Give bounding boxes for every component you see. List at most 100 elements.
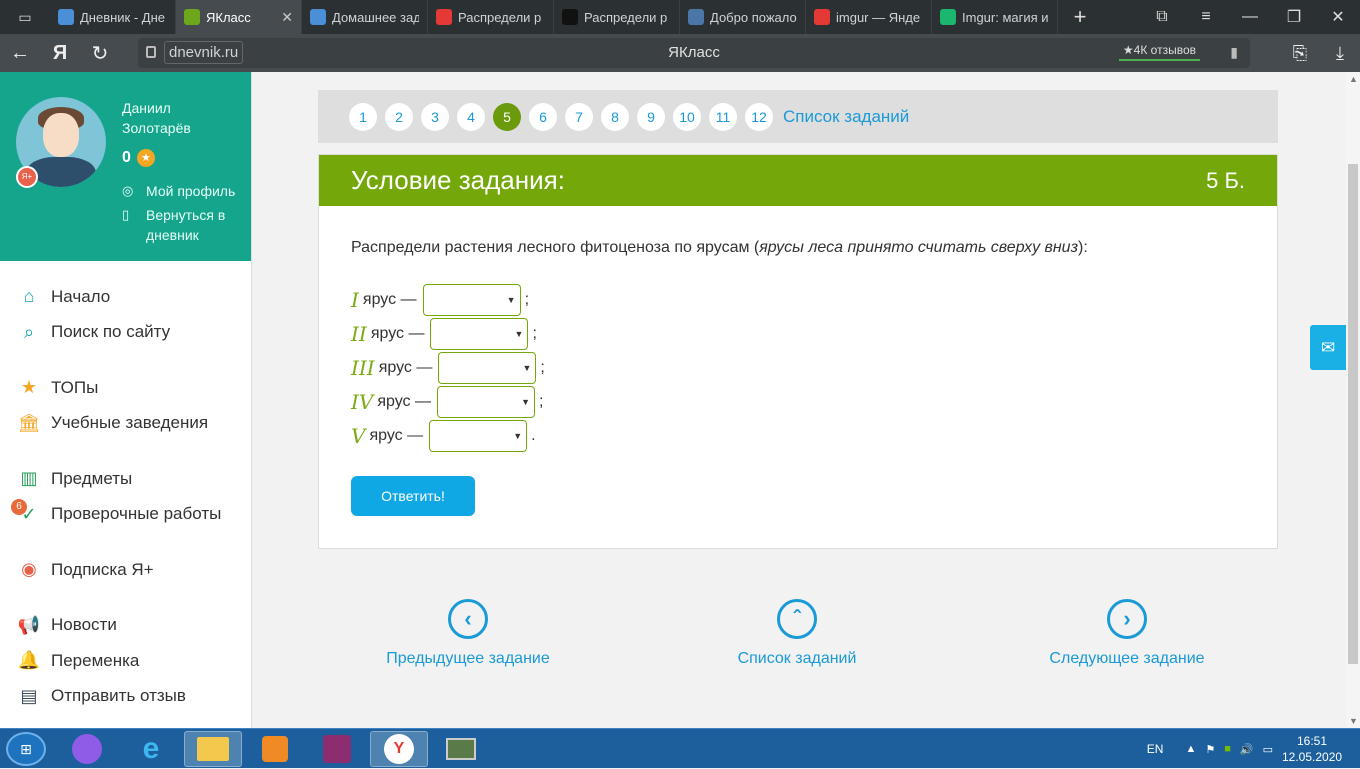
tab-title[interactable]: Добро пожало [710, 10, 797, 25]
tier-select[interactable]: ▼ [430, 318, 529, 350]
scroll-up-icon[interactable]: ▲ [1349, 74, 1358, 84]
sidebar-item-label[interactable]: Учебные заведения [51, 413, 208, 433]
taskbar-winrar[interactable] [308, 731, 366, 767]
bookmark-icon[interactable]: ▮ [1230, 44, 1238, 61]
collections-icon[interactable]: ⧉ [1140, 0, 1184, 34]
taskbar-task-manager[interactable] [432, 731, 490, 767]
sidebar-toggle-icon[interactable]: ▭ [0, 0, 50, 34]
browser-tab[interactable]: Дневник - Дне [50, 0, 176, 34]
sidebar-item-home[interactable]: ⌂ Начало [0, 279, 251, 315]
tab-title[interactable]: Распредели р [458, 10, 545, 25]
back-to-diary-link[interactable]: ▯ Вернуться в дневник [122, 205, 225, 245]
dropdown-arrow-icon[interactable]: ▼ [521, 397, 530, 407]
sidebar-item-label[interactable]: Предметы [51, 469, 132, 489]
task-list-link[interactable]: Список заданий [783, 107, 909, 127]
sidebar-item-subscription[interactable]: ◉ Подписка Я+ [0, 552, 251, 588]
reviews-badge[interactable]: ★4К отзывов [1118, 41, 1200, 61]
task-list-nav-link[interactable]: ˆ Список заданий [729, 599, 865, 668]
back-icon[interactable]: ← [0, 42, 40, 65]
dropdown-arrow-icon[interactable]: ▼ [513, 431, 522, 441]
network-flag-icon[interactable]: ⚑ [1205, 743, 1215, 756]
tier-select[interactable]: ▼ [438, 352, 537, 384]
tab-title[interactable]: ЯКласс [206, 10, 275, 25]
close-tab-icon[interactable]: ✕ [281, 9, 293, 26]
volume-icon[interactable]: 🔊 [1240, 743, 1254, 756]
page-number-button[interactable]: 11 [709, 102, 737, 131]
clock[interactable]: 16:51 12.05.2020 [1282, 733, 1342, 765]
browser-tab[interactable]: Imgur: магия и [932, 0, 1058, 34]
tab-title[interactable]: Imgur: магия и [962, 10, 1049, 25]
dropdown-arrow-icon[interactable]: ▼ [515, 329, 524, 339]
page-number-button[interactable]: 10 [673, 102, 701, 131]
sidebar-item-tests[interactable]: 6 ✓ Проверочные работы [0, 497, 251, 533]
user-first-name[interactable]: Даниил [122, 98, 191, 118]
taskbar-yandex-browser[interactable]: Y [370, 731, 428, 767]
page-number-button[interactable]: 3 [421, 102, 449, 131]
my-profile-link[interactable]: ◎ Мой профиль [122, 181, 235, 201]
sidebar-item-news[interactable]: 📢 Новости [0, 608, 251, 644]
page-number-button[interactable]: 5 [493, 102, 521, 131]
power-icon[interactable]: ▭ [1263, 743, 1273, 756]
menu-icon[interactable]: ≡ [1184, 0, 1228, 34]
restore-button[interactable]: ❐ [1272, 0, 1316, 34]
tab-title[interactable]: Дневник - Дне [80, 10, 167, 25]
prev-task-label[interactable]: Предыдущее задание [386, 650, 549, 667]
taskbar-alice[interactable] [58, 731, 116, 767]
user-last-name[interactable]: Золотарёв [122, 118, 191, 138]
sidebar-item-label[interactable]: ТОПы [51, 378, 98, 398]
tab-title[interactable]: Домашнее зад [332, 10, 419, 25]
mail-feedback-button[interactable]: ✉ [1310, 325, 1346, 370]
sidebar-item-break[interactable]: 🔔 Переменка [0, 643, 251, 679]
download-icon[interactable]: ⤓ [1320, 34, 1360, 72]
reload-icon[interactable]: ↻ [80, 41, 120, 66]
sidebar-item-search[interactable]: ⌕ Поиск по сайту [0, 315, 251, 351]
tier-select[interactable]: ▼ [422, 284, 521, 316]
chevron-up-icon[interactable]: ˆ [777, 599, 817, 639]
new-tab-button[interactable]: + [1058, 4, 1102, 30]
clock-date[interactable]: 12.05.2020 [1282, 749, 1342, 765]
close-window-button[interactable]: ✕ [1316, 0, 1360, 34]
tray-expand-icon[interactable]: ▲ [1185, 743, 1196, 755]
tier-select[interactable]: ▼ [429, 420, 528, 452]
taskbar-ie[interactable]: e [122, 731, 180, 767]
my-profile-label[interactable]: Мой профиль [146, 181, 235, 201]
sidebar-item-label[interactable]: Отправить отзыв [51, 686, 186, 706]
page-number-button[interactable]: 6 [529, 102, 557, 131]
page-number-button[interactable]: 9 [637, 102, 665, 131]
browser-tab[interactable]: Домашнее зад [302, 0, 428, 34]
back-to-diary-label-2[interactable]: дневник [146, 225, 225, 245]
yandex-home-icon[interactable]: Я [40, 42, 80, 65]
minimize-button[interactable]: — [1228, 0, 1272, 34]
sidebar-item-label[interactable]: Проверочные работы [51, 504, 221, 524]
dropdown-arrow-icon[interactable]: ▼ [522, 363, 531, 373]
sidebar-item-schools[interactable]: 🏛 Учебные заведения [0, 406, 251, 442]
next-task-label[interactable]: Следующее задание [1049, 650, 1204, 667]
translate-icon[interactable]: ⎘ [1280, 34, 1320, 72]
chevron-left-icon[interactable]: ‹ [448, 599, 488, 639]
sidebar-item-label[interactable]: Начало [51, 287, 110, 307]
sidebar-item-feedback[interactable]: ▤ Отправить отзыв [0, 679, 251, 715]
tab-title[interactable]: imgur — Янде [836, 10, 923, 25]
language-indicator[interactable]: EN [1147, 742, 1164, 756]
page-scrollbar[interactable]: ▲ ▼ [1346, 72, 1360, 728]
page-number-button[interactable]: 1 [349, 102, 377, 131]
taskbar-media[interactable] [246, 731, 304, 767]
sidebar-item-subjects[interactable]: ▥ Предметы [0, 461, 251, 497]
task-list-label[interactable]: Список заданий [738, 650, 857, 667]
scrollbar-thumb[interactable] [1348, 164, 1358, 664]
scroll-down-icon[interactable]: ▼ [1349, 716, 1358, 726]
page-number-button[interactable]: 12 [745, 102, 773, 131]
tier-select[interactable]: ▼ [437, 386, 535, 418]
browser-tab[interactable]: Распредели р [554, 0, 680, 34]
browser-tab[interactable]: Добро пожало [680, 0, 806, 34]
dropdown-arrow-icon[interactable]: ▼ [507, 295, 516, 305]
sidebar-item-label[interactable]: Подписка Я+ [51, 560, 154, 580]
sidebar-item-label[interactable]: Поиск по сайту [51, 322, 170, 342]
taskbar-explorer[interactable] [184, 731, 242, 767]
nvidia-icon[interactable]: ■ [1224, 743, 1231, 755]
page-number-button[interactable]: 7 [565, 102, 593, 131]
page-number-button[interactable]: 4 [457, 102, 485, 131]
back-to-diary-label-1[interactable]: Вернуться в [146, 205, 225, 225]
sidebar-item-tops[interactable]: ★ ТОПы [0, 370, 251, 406]
start-button[interactable]: ⊞ [6, 732, 46, 766]
